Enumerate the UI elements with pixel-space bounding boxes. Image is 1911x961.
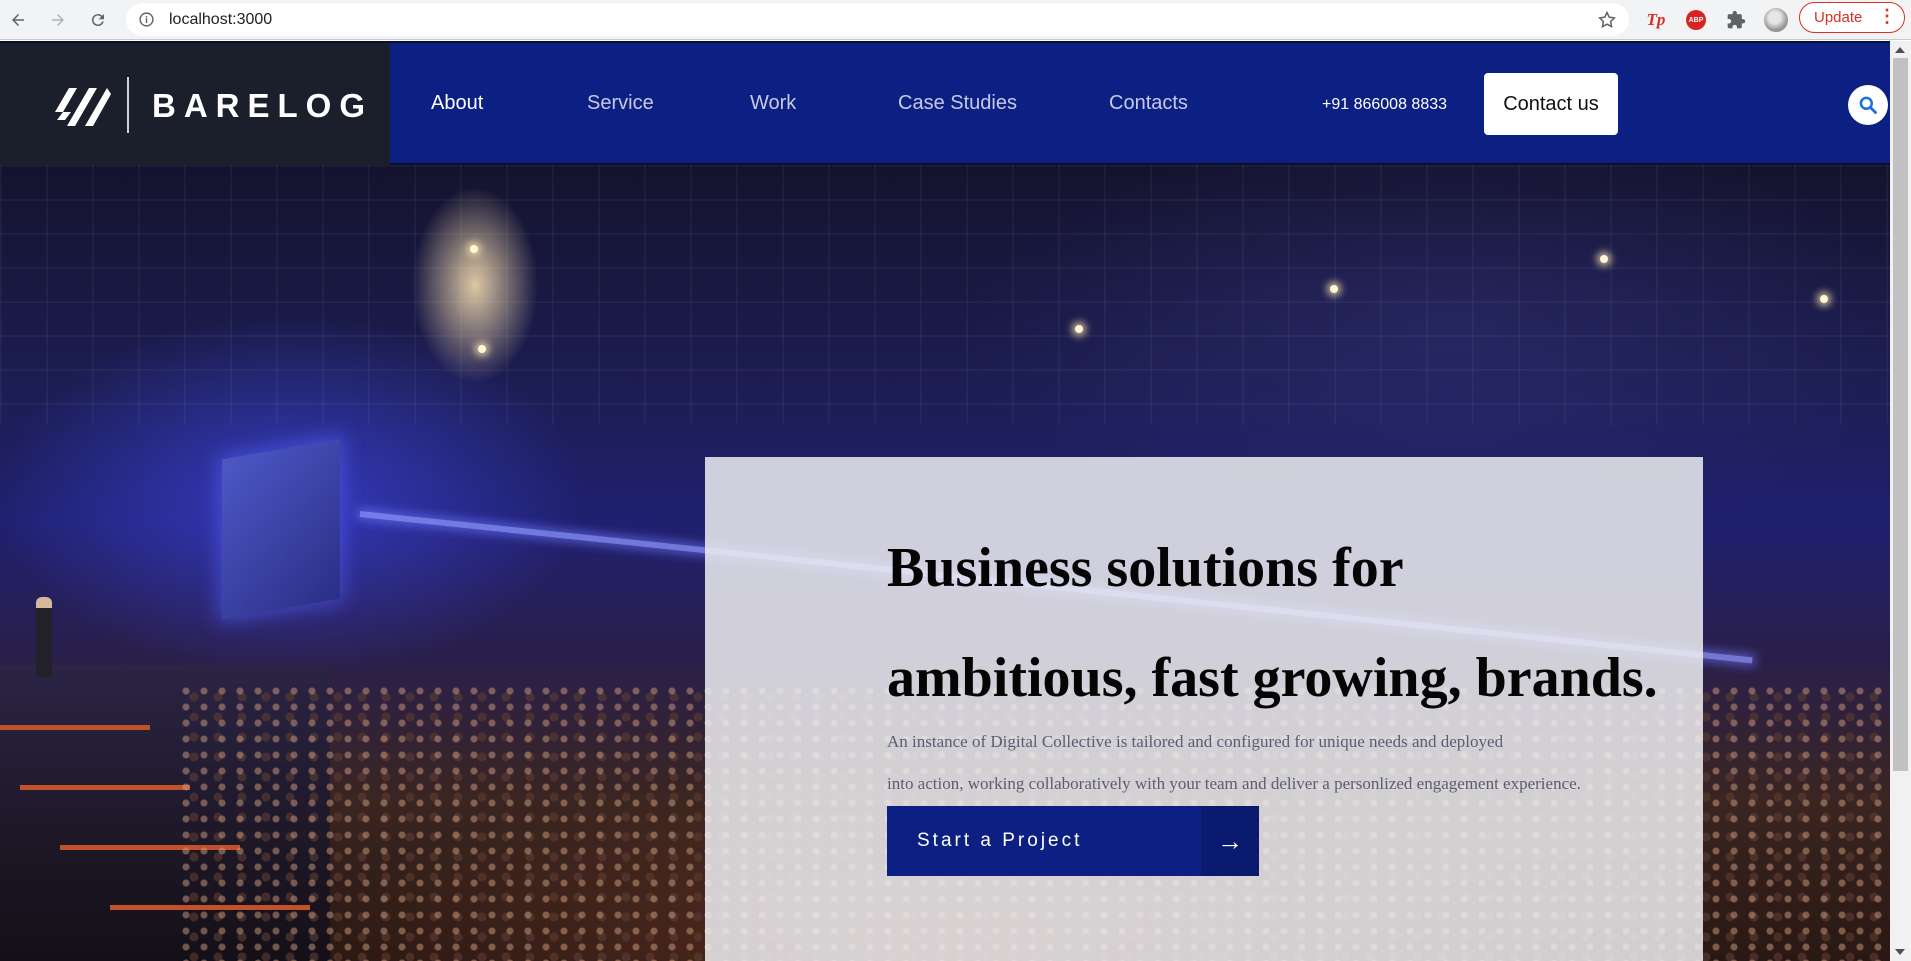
scrollbar-thumb[interactable] <box>1893 58 1908 771</box>
bookmark-star-icon[interactable] <box>1597 10 1617 30</box>
hero-card: Business solutions for ambitious, fast g… <box>705 457 1703 961</box>
hero-title-line2: ambitious, fast growing, brands. <box>887 647 1658 709</box>
back-icon[interactable] <box>4 6 32 34</box>
start-project-button[interactable]: Start a Project → <box>887 806 1259 876</box>
projection-screen <box>222 438 340 620</box>
vertical-scrollbar[interactable] <box>1890 41 1911 961</box>
brand-wordmark: BARELOG <box>152 87 373 124</box>
hero-desc-line2: into action, working collaboratively wit… <box>887 774 1581 793</box>
nav-service[interactable]: Service <box>587 92 654 115</box>
hero-desc-line1: An instance of Digital Collective is tai… <box>887 732 1504 751</box>
profile-avatar[interactable] <box>1762 6 1790 34</box>
hero-background-image <box>0 165 1890 425</box>
nav-about[interactable]: About <box>431 92 483 115</box>
logo-divider <box>127 77 129 133</box>
scroll-down-icon[interactable] <box>1895 949 1905 955</box>
scroll-up-icon[interactable] <box>1895 47 1905 53</box>
presenter-figure <box>36 597 52 677</box>
hero-section: Business solutions for ambitious, fast g… <box>0 165 1890 961</box>
update-button[interactable]: Update ⋮ <box>1799 2 1905 33</box>
hero-description: An instance of Digital Collective is tai… <box>887 721 1687 805</box>
site-header: BARELOG About Service Work Case Studies … <box>0 41 1890 165</box>
kebab-menu-icon[interactable]: ⋮ <box>1878 5 1896 27</box>
tp-extension-icon[interactable]: Tp <box>1642 6 1670 34</box>
url-text[interactable]: localhost:3000 <box>169 11 272 29</box>
ceiling-light <box>1075 325 1083 333</box>
browser-toolbar: localhost:3000 Tp ABP Update ⋮ <box>0 0 1911 40</box>
ceiling-light <box>1330 285 1338 293</box>
nav-work[interactable]: Work <box>750 92 796 115</box>
ceiling-light <box>1820 295 1828 303</box>
stage-light <box>478 345 486 353</box>
search-icon <box>1859 96 1877 114</box>
arrow-right-icon: → <box>1201 806 1259 876</box>
ceiling-light <box>1600 255 1608 263</box>
search-button[interactable] <box>1848 85 1888 125</box>
page-viewport: BARELOG About Service Work Case Studies … <box>0 41 1890 961</box>
hero-title: Business solutions for ambitious, fast g… <box>887 513 1687 733</box>
stage-light <box>470 245 478 253</box>
address-bar[interactable]: localhost:3000 <box>126 3 1629 36</box>
forward-icon[interactable] <box>44 6 72 34</box>
nav-case-studies[interactable]: Case Studies <box>898 92 1017 115</box>
site-info-icon[interactable] <box>138 11 155 28</box>
cta-label: Start a Project <box>917 830 1083 851</box>
phone-number[interactable]: +91 866008 8833 <box>1322 96 1447 114</box>
brand-logo[interactable]: BARELOG <box>0 43 390 165</box>
nav-contacts[interactable]: Contacts <box>1109 92 1188 115</box>
stage-step <box>20 785 190 790</box>
contact-us-button[interactable]: Contact us <box>1484 73 1618 135</box>
barelog-logo-icon <box>55 88 111 126</box>
extensions-puzzle-icon[interactable] <box>1722 6 1750 34</box>
hero-title-line1: Business solutions for <box>887 537 1404 599</box>
stage-step <box>0 725 150 730</box>
reload-icon[interactable] <box>84 6 112 34</box>
adblock-extension-icon[interactable]: ABP <box>1682 6 1710 34</box>
